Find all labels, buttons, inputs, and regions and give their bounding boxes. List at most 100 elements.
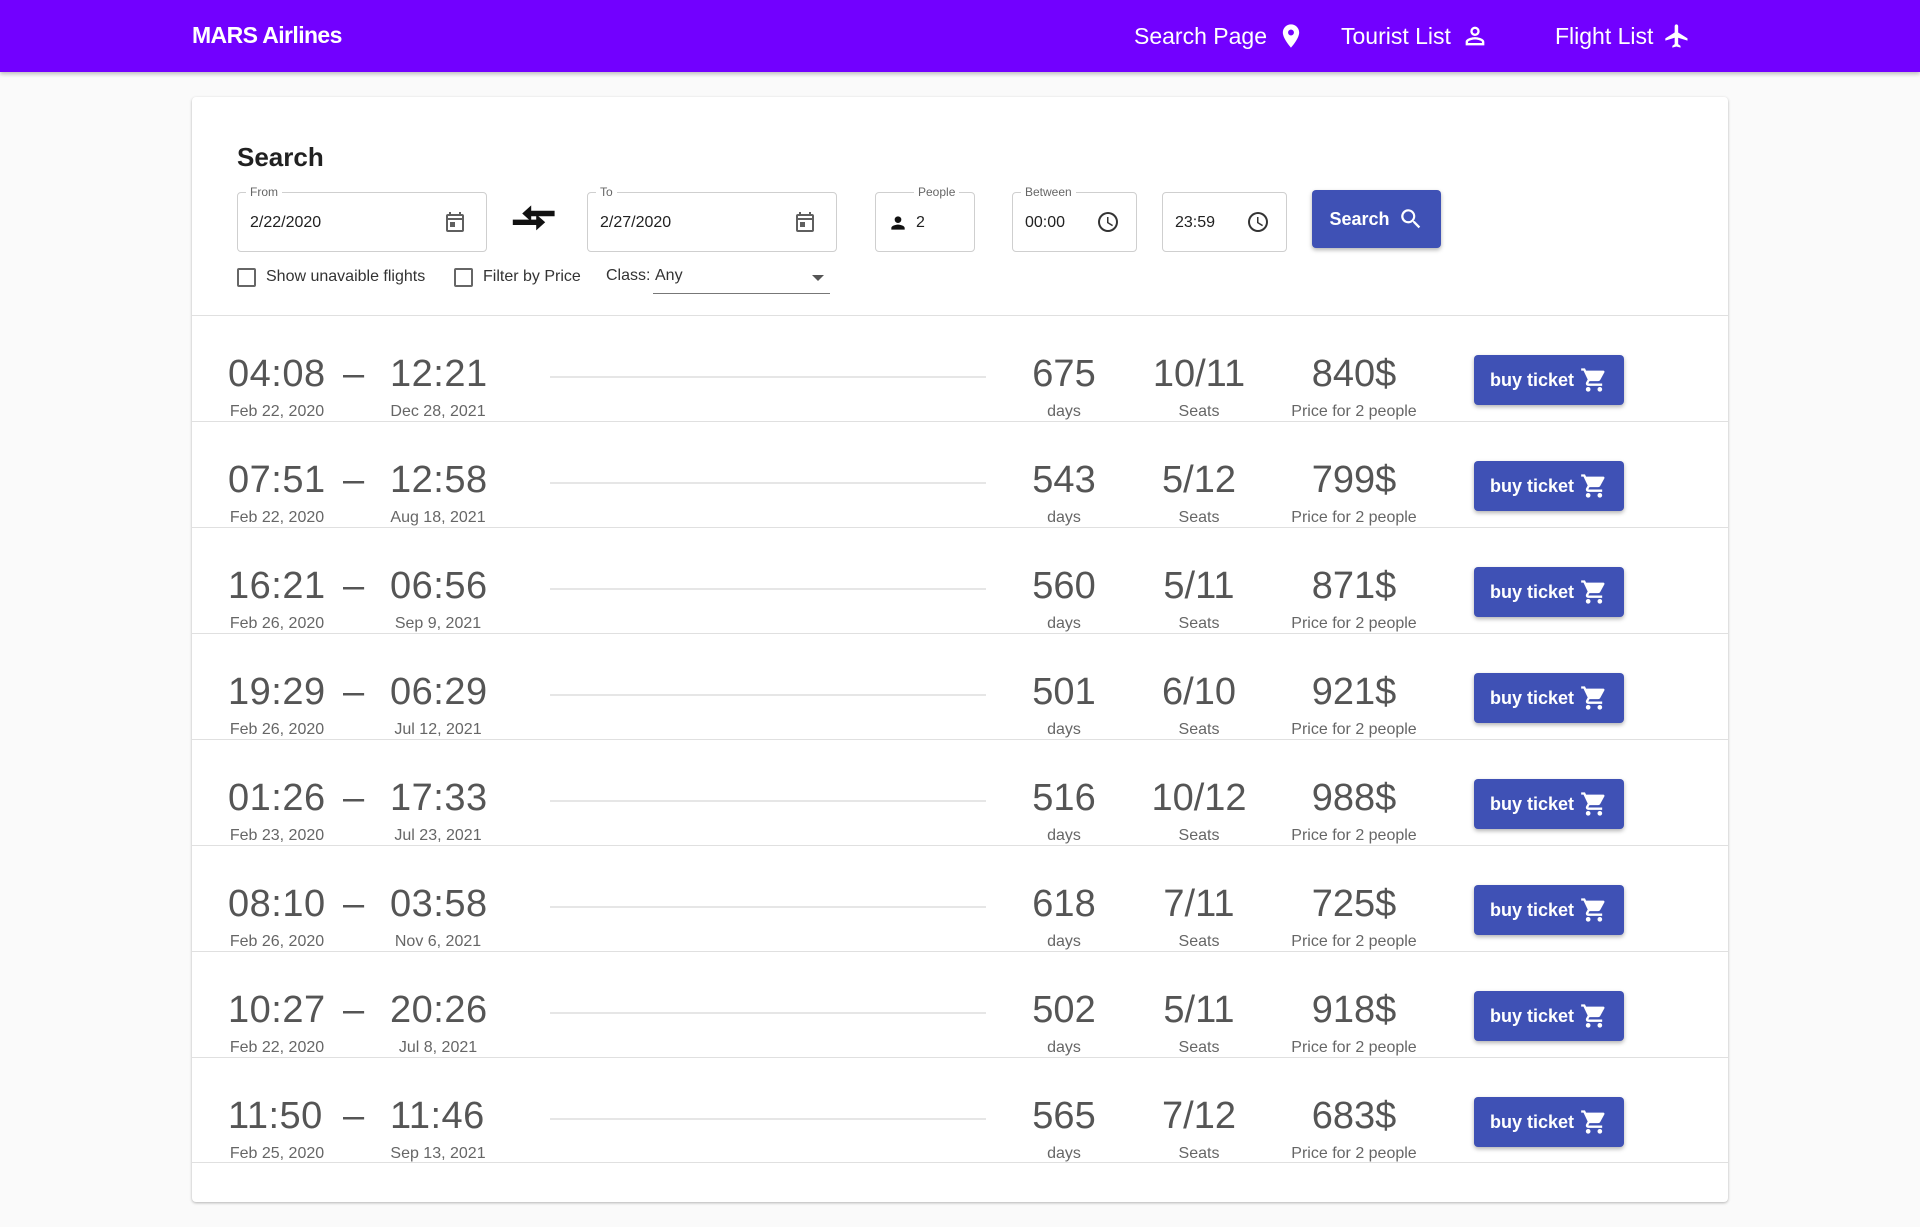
arrival-time: 06:29: [390, 671, 488, 713]
buy-ticket-button[interactable]: buy ticket: [1474, 1097, 1624, 1147]
price-value: 725$: [1311, 883, 1397, 925]
clock-icon[interactable]: [1246, 210, 1270, 234]
departure-date: Feb 22, 2020: [229, 403, 325, 420]
buy-ticket-button[interactable]: buy ticket: [1474, 779, 1624, 829]
duration-value: 516: [1032, 777, 1096, 819]
duration-value: 560: [1032, 565, 1096, 607]
arrival-time: 12:58: [390, 459, 488, 501]
flight-row: 04:08 Feb 22, 2020 – 12:21 Dec 28, 2021 …: [192, 315, 1728, 421]
filter-price-checkbox[interactable]: Filter by Price: [454, 265, 581, 289]
time-separator: –: [343, 565, 365, 607]
route-line: [550, 376, 986, 378]
price-value: 840$: [1311, 353, 1397, 395]
app-bar: MARS Airlines Search Page Tourist List F…: [0, 0, 1920, 72]
to-value: 2/27/2020: [600, 214, 672, 231]
buy-ticket-button[interactable]: buy ticket: [1474, 355, 1624, 405]
checkbox-box[interactable]: [454, 267, 473, 287]
seats-label: Seats: [1178, 509, 1220, 526]
clock-icon[interactable]: [1096, 210, 1120, 234]
select-underline: [653, 293, 830, 294]
nav-search-page[interactable]: Search Page: [1134, 18, 1305, 54]
class-value: Any: [655, 267, 683, 284]
between-end-value: 23:59: [1175, 214, 1216, 231]
price-value: 683$: [1311, 1095, 1397, 1137]
flight-row: 07:51 Feb 22, 2020 – 12:58 Aug 18, 2021 …: [192, 421, 1728, 527]
price-value: 918$: [1311, 989, 1397, 1031]
time-separator: –: [343, 353, 365, 395]
buy-ticket-button[interactable]: buy ticket: [1474, 885, 1624, 935]
brand-logo[interactable]: MARS Airlines: [192, 22, 342, 49]
arrival-date: Jul 12, 2021: [394, 721, 482, 738]
buy-ticket-button[interactable]: buy ticket: [1474, 461, 1624, 511]
nav-flight-list-label: Flight List: [1555, 22, 1654, 49]
buy-ticket-button[interactable]: buy ticket: [1474, 991, 1624, 1041]
checkbox-box[interactable]: [237, 267, 256, 287]
arrival-date: Jul 8, 2021: [398, 1039, 478, 1056]
filter-price-label: Filter by Price: [483, 268, 581, 285]
show-unavailable-checkbox[interactable]: Show unavaible flights: [237, 265, 425, 289]
swap-arrows-icon: [512, 205, 555, 231]
map-pin-icon: [1282, 24, 1300, 48]
calendar-icon[interactable]: [443, 210, 467, 234]
between-label: Between: [1021, 185, 1076, 199]
between-start-value: 00:00: [1025, 214, 1066, 231]
price-label: Price for 2 people: [1291, 1145, 1417, 1162]
shopping-cart-icon: [1581, 686, 1605, 710]
shopping-cart-icon: [1581, 368, 1605, 392]
show-unavailable-label: Show unavaible flights: [266, 268, 426, 285]
price-label: Price for 2 people: [1291, 827, 1417, 844]
arrival-time: 11:46: [390, 1095, 485, 1137]
buy-ticket-button[interactable]: buy ticket: [1474, 673, 1624, 723]
departure-time: 01:26: [228, 777, 326, 819]
people-field[interactable]: People 2: [875, 185, 975, 252]
departure-date: Feb 26, 2020: [229, 721, 325, 738]
buy-ticket-label: buy ticket: [1489, 1111, 1575, 1132]
price-label: Price for 2 people: [1291, 615, 1417, 632]
between-start-field[interactable]: Between 00:00: [1012, 185, 1137, 252]
calendar-icon[interactable]: [793, 210, 817, 234]
search-button-label: Search: [1329, 208, 1390, 229]
buy-ticket-label: buy ticket: [1489, 475, 1575, 496]
shopping-cart-icon: [1581, 474, 1605, 498]
duration-label: days: [1047, 509, 1081, 526]
seats-label: Seats: [1178, 1039, 1220, 1056]
duration-label: days: [1047, 933, 1081, 950]
search-button[interactable]: Search: [1312, 190, 1441, 248]
from-date-field[interactable]: From 2/22/2020: [237, 185, 487, 252]
duration-value: 675: [1032, 353, 1096, 395]
departure-date: Feb 26, 2020: [229, 615, 325, 632]
buy-ticket-button[interactable]: buy ticket: [1474, 567, 1624, 617]
price-label: Price for 2 people: [1291, 509, 1417, 526]
time-separator: –: [343, 777, 365, 819]
departure-time: 10:27: [228, 989, 326, 1031]
nav-flight-list[interactable]: Flight List: [1555, 18, 1691, 54]
duration-label: days: [1047, 1145, 1081, 1162]
seats-value: 7/11: [1163, 883, 1235, 925]
flight-row: 10:27 Feb 22, 2020 – 20:26 Jul 8, 2021 5…: [192, 951, 1728, 1057]
airplane-icon: [1665, 24, 1688, 48]
arrival-time: 20:26: [390, 989, 488, 1031]
route-line: [550, 1118, 986, 1120]
seats-label: Seats: [1178, 1145, 1220, 1162]
seats-label: Seats: [1178, 933, 1220, 950]
duration-value: 501: [1032, 671, 1096, 713]
duration-label: days: [1047, 615, 1081, 632]
duration-value: 565: [1032, 1095, 1096, 1137]
arrival-time: 17:33: [390, 777, 488, 819]
route-line: [550, 482, 986, 484]
class-select[interactable]: Class: Any: [606, 265, 830, 294]
between-end-field[interactable]: 23:59: [1162, 192, 1287, 252]
people-label: People: [914, 185, 960, 199]
time-separator: –: [343, 1095, 365, 1137]
flight-row: 11:50 Feb 25, 2020 – 11:46 Sep 13, 2021 …: [192, 1057, 1728, 1163]
arrival-time: 06:56: [390, 565, 488, 607]
duration-value: 502: [1032, 989, 1096, 1031]
search-card: Search From 2/22/2020 To 2/27/2020 Peopl…: [192, 97, 1728, 1202]
duration-label: days: [1047, 827, 1081, 844]
swap-dates-button[interactable]: [510, 200, 558, 244]
departure-date: Feb 25, 2020: [229, 1145, 325, 1162]
departure-date: Feb 26, 2020: [229, 933, 325, 950]
buy-ticket-label: buy ticket: [1489, 1005, 1575, 1026]
nav-tourist-list[interactable]: Tourist List: [1341, 18, 1489, 54]
to-date-field[interactable]: To 2/27/2020: [587, 185, 837, 252]
